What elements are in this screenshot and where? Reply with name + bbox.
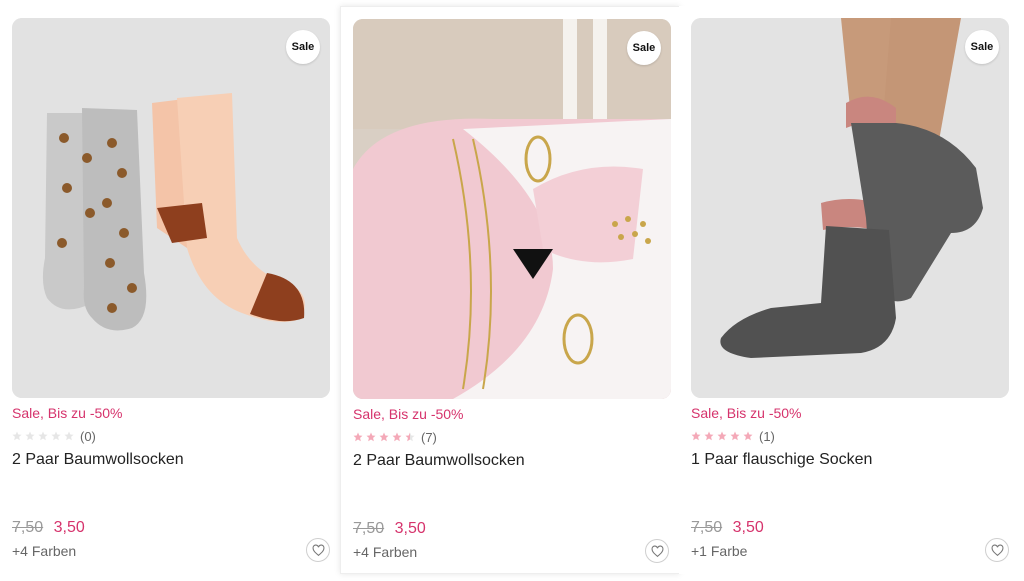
rating-count: (0) <box>80 428 96 444</box>
star-icon <box>691 431 701 441</box>
wishlist-button[interactable] <box>306 538 330 562</box>
star-icon <box>366 432 376 442</box>
heart-icon <box>651 544 663 557</box>
rating-stars[interactable]: (7) <box>353 429 437 445</box>
product-title[interactable]: 2 Paar Baumwollsocken <box>12 451 184 469</box>
sale-badge: Sale <box>965 30 999 64</box>
star-icon <box>704 431 714 441</box>
promo-text: Sale, Bis zu -50% <box>353 406 464 422</box>
promo-text: Sale, Bis zu -50% <box>12 405 123 421</box>
price: 7,50 3,50 <box>691 519 764 537</box>
star-icon <box>392 432 402 442</box>
fox-face-sock-image <box>353 19 671 399</box>
sale-badge: Sale <box>286 30 320 64</box>
polka-dot-socks-image <box>12 18 330 398</box>
rating-stars[interactable]: (1) <box>691 428 775 444</box>
color-variants[interactable]: +1 Farbe <box>691 543 747 559</box>
color-variants[interactable]: +4 Farben <box>353 544 417 560</box>
star-icon <box>743 431 753 441</box>
heart-icon <box>991 543 1003 556</box>
product-card[interactable]: Sale Sale, Bis zu -50% (0) 2 Paar Baumwo… <box>0 6 340 574</box>
sale-badge: Sale <box>627 31 661 65</box>
star-icon <box>353 432 363 442</box>
star-icon <box>405 432 415 442</box>
product-card[interactable]: Sale Sale, Bis zu -50% (1) 1 Paar flausc… <box>679 6 1019 574</box>
rating-stars[interactable]: (0) <box>12 428 96 444</box>
star-icon <box>51 431 61 441</box>
sale-price: 3,50 <box>732 519 764 536</box>
product-card[interactable]: Sale Sale, Bis zu -50% (7) 2 Paar Baumwo… <box>340 6 680 574</box>
sale-price: 3,50 <box>53 519 85 536</box>
old-price: 7,50 <box>12 519 44 536</box>
rating-count: (1) <box>759 428 775 444</box>
product-image[interactable]: Sale <box>12 18 330 398</box>
star-icon <box>25 431 35 441</box>
fluffy-socks-image <box>691 18 1009 398</box>
product-title[interactable]: 1 Paar flauschige Socken <box>691 451 872 469</box>
old-price: 7,50 <box>353 520 385 537</box>
product-image[interactable]: Sale <box>691 18 1009 398</box>
star-icon <box>64 431 74 441</box>
star-icon <box>717 431 727 441</box>
star-icon <box>379 432 389 442</box>
color-variants[interactable]: +4 Farben <box>12 543 76 559</box>
star-icon <box>38 431 48 441</box>
sale-price: 3,50 <box>394 520 426 537</box>
promo-text: Sale, Bis zu -50% <box>691 405 802 421</box>
price: 7,50 3,50 <box>12 519 85 537</box>
star-icon <box>730 431 740 441</box>
old-price: 7,50 <box>691 519 723 536</box>
product-grid: Sale Sale, Bis zu -50% (0) 2 Paar Baumwo… <box>0 0 1024 581</box>
price: 7,50 3,50 <box>353 520 426 538</box>
wishlist-button[interactable] <box>645 539 669 563</box>
wishlist-button[interactable] <box>985 538 1009 562</box>
star-icon <box>12 431 22 441</box>
product-title[interactable]: 2 Paar Baumwollsocken <box>353 452 525 470</box>
rating-count: (7) <box>421 429 437 445</box>
product-image[interactable]: Sale <box>353 19 671 399</box>
heart-icon <box>312 543 324 556</box>
